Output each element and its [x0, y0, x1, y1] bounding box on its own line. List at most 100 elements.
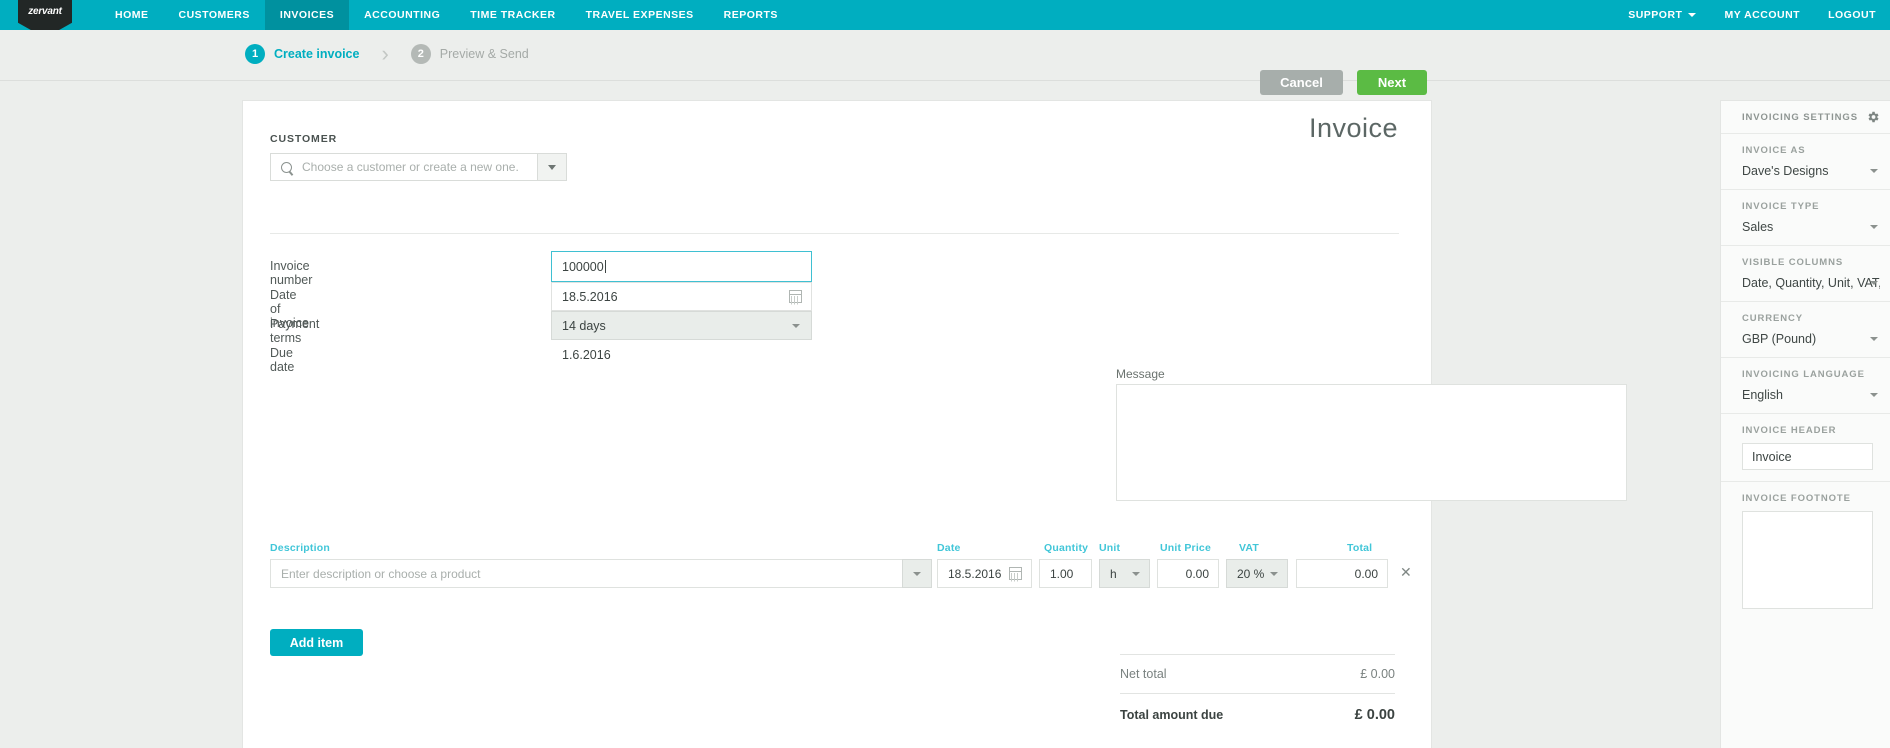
date-of-invoice-value: 18.5.2016 — [562, 289, 618, 304]
nav-label: ACCOUNTING — [364, 9, 441, 21]
wizard-step-bar: 1 Create invoice › 2 Preview & Send Canc… — [0, 30, 1890, 95]
invoice-header-value: Invoice — [1752, 449, 1792, 464]
wizard-steps: 1 Create invoice › 2 Preview & Send — [245, 43, 529, 65]
line-item-unit-price-input[interactable]: 0.00 — [1157, 559, 1219, 588]
chevron-down-icon — [1870, 281, 1878, 285]
customer-dropdown-button[interactable] — [537, 153, 567, 181]
cancel-button[interactable]: Cancel — [1260, 70, 1343, 95]
field-label: Payment terms — [270, 317, 320, 345]
nav-item-home[interactable]: HOME — [100, 0, 164, 30]
nav-label: CUSTOMERS — [178, 9, 250, 21]
wizard-step-create-invoice[interactable]: 1 Create invoice — [245, 44, 359, 64]
invoice-footnote-textarea[interactable] — [1742, 511, 1873, 609]
sidebar-section-invoice-header: INVOICE HEADER Invoice — [1721, 414, 1890, 482]
column-header-date: Date — [937, 542, 961, 554]
step-label: Preview & Send — [439, 47, 529, 61]
line-item-unit-price-value: 0.00 — [1185, 566, 1209, 581]
chevron-down-icon — [1870, 169, 1878, 173]
sidebar-section-currency[interactable]: CURRENCY GBP (Pound) — [1721, 302, 1890, 358]
invoice-header-input[interactable]: Invoice — [1742, 443, 1873, 470]
customer-placeholder: Choose a customer or create a new one. — [302, 160, 519, 174]
sidebar-label: INVOICE HEADER — [1742, 425, 1837, 436]
zervant-logo[interactable]: zervant — [18, 0, 80, 38]
sidebar-section-invoice-as[interactable]: INVOICE AS Dave's Designs — [1721, 134, 1890, 190]
invoice-number-input[interactable]: 100000 — [551, 251, 812, 282]
nav-item-time-tracker[interactable]: TIME TRACKER — [455, 0, 570, 30]
step-number-badge: 2 — [410, 44, 431, 64]
nav-item-support[interactable]: SUPPORT — [1614, 0, 1710, 30]
line-item-unit-select[interactable]: h — [1099, 559, 1150, 588]
field-label: Due date — [270, 346, 295, 374]
nav-label: INVOICES — [279, 9, 335, 21]
nav-item-invoices[interactable]: INVOICES — [264, 0, 350, 30]
nav-label: TRAVEL EXPENSES — [585, 9, 694, 21]
column-header-unit: Unit — [1099, 542, 1121, 554]
chevron-down-icon — [1270, 571, 1278, 576]
nav-item-accounting[interactable]: ACCOUNTING — [349, 0, 455, 30]
nav-label: SUPPORT — [1628, 9, 1683, 21]
message-textarea[interactable] — [1116, 384, 1627, 501]
line-item-quantity-input[interactable]: 1.00 — [1039, 559, 1092, 588]
nav-item-travel-expenses[interactable]: TRAVEL EXPENSES — [571, 0, 709, 30]
column-header-unit-price: Unit Price — [1160, 542, 1212, 554]
sidebar-header: INVOICING SETTINGS — [1721, 101, 1890, 134]
due-date-value: 1.6.2016 — [562, 347, 611, 362]
calendar-icon[interactable] — [1009, 567, 1022, 580]
invoice-form-panel: CUSTOMER Invoice Choose a customer or cr… — [242, 100, 1627, 748]
column-header-quantity: Quantity — [1044, 542, 1089, 554]
sidebar-label: INVOICE FOOTNOTE — [1742, 493, 1851, 504]
add-item-button[interactable]: Add item — [270, 629, 363, 656]
line-item-vat-select[interactable]: 20 % — [1226, 559, 1288, 588]
wizard-step-preview-send[interactable]: 2 Preview & Send — [410, 44, 529, 64]
net-total-value: £ 0.00 — [1360, 667, 1395, 681]
line-item-description-input[interactable]: Enter description or choose a product — [270, 559, 902, 588]
gear-icon[interactable] — [1866, 110, 1880, 124]
line-item-unit-value: h — [1110, 566, 1117, 581]
nav-label: TIME TRACKER — [470, 9, 556, 21]
sidebar-value: English — [1742, 388, 1783, 402]
line-item-quantity-value: 1.00 — [1050, 566, 1074, 581]
sidebar-label: INVOICING LANGUAGE — [1742, 369, 1865, 380]
step-chevron-icon: › — [381, 41, 389, 66]
description-placeholder: Enter description or choose a product — [281, 566, 481, 581]
total-amount-due-value: £ 0.00 — [1354, 707, 1395, 723]
line-item-delete-button[interactable]: ✕ — [1400, 564, 1412, 581]
sidebar-section-invoice-type[interactable]: INVOICE TYPE Sales — [1721, 190, 1890, 246]
sidebar-label: INVOICE AS — [1742, 145, 1806, 156]
totals-section: Net total £ 0.00 Total amount due £ 0.00 — [1120, 654, 1395, 736]
nav-item-customers[interactable]: CUSTOMERS — [164, 0, 265, 30]
chevron-down-icon — [1870, 225, 1878, 229]
next-button[interactable]: Next — [1357, 70, 1427, 95]
sidebar-section-invoicing-language[interactable]: INVOICING LANGUAGE English — [1721, 358, 1890, 414]
total-amount-due-row: Total amount due £ 0.00 — [1120, 694, 1395, 736]
sidebar-value: Dave's Designs — [1742, 164, 1829, 178]
chevron-down-icon — [1870, 337, 1878, 341]
wizard-actions: Cancel Next — [1260, 70, 1427, 95]
sidebar-label: INVOICE TYPE — [1742, 201, 1820, 212]
line-item-date-input[interactable]: 18.5.2016 — [937, 559, 1032, 588]
step-number-badge: 1 — [245, 44, 265, 64]
invoicing-settings-sidebar: INVOICING SETTINGS INVOICE AS Dave's Des… — [1720, 100, 1890, 748]
sidebar-value: Date, Quantity, Unit, VAT, U… — [1742, 276, 1880, 290]
nav-item-reports[interactable]: REPORTS — [709, 0, 793, 30]
nav-label: MY ACCOUNT — [1724, 9, 1801, 21]
chevron-down-icon — [792, 323, 800, 328]
text-cursor — [604, 260, 606, 273]
message-label: Message — [1116, 367, 1165, 381]
customer-search-input[interactable]: Choose a customer or create a new one. — [270, 153, 537, 181]
net-total-label: Net total — [1120, 667, 1167, 681]
sidebar-value: GBP (Pound) — [1742, 332, 1817, 346]
line-item-product-dropdown[interactable] — [902, 559, 932, 588]
primary-nav: HOME CUSTOMERS INVOICES ACCOUNTING TIME … — [100, 0, 793, 30]
total-amount-due-label: Total amount due — [1120, 708, 1224, 722]
sidebar-section-visible-columns[interactable]: VISIBLE COLUMNS Date, Quantity, Unit, VA… — [1721, 246, 1890, 302]
sidebar-label: VISIBLE COLUMNS — [1742, 257, 1844, 268]
nav-item-my-account[interactable]: MY ACCOUNT — [1710, 0, 1814, 30]
date-of-invoice-input[interactable]: 18.5.2016 — [551, 282, 812, 311]
chevron-down-icon — [548, 164, 556, 170]
line-item-vat-value: 20 % — [1237, 566, 1265, 581]
sidebar-label: CURRENCY — [1742, 313, 1804, 324]
calendar-icon[interactable] — [789, 290, 802, 303]
payment-terms-select[interactable]: 14 days — [551, 311, 812, 340]
nav-item-logout[interactable]: LOGOUT — [1814, 0, 1890, 30]
